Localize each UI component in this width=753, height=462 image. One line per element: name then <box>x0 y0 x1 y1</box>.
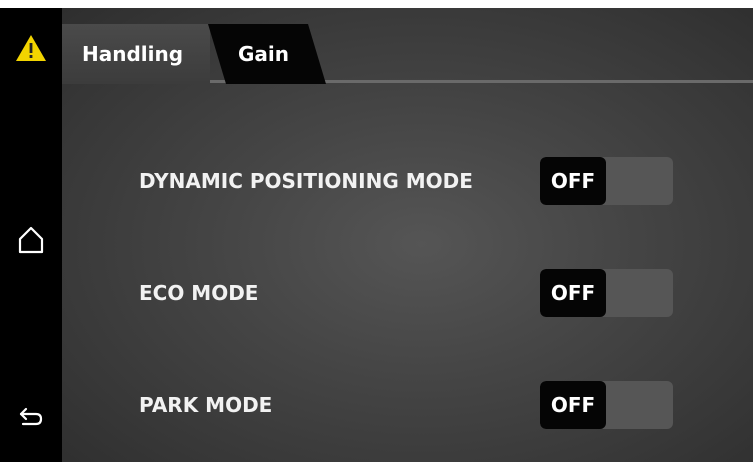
tab-gain-label: Gain <box>238 42 290 66</box>
eco-mode-toggle[interactable]: OFF <box>540 269 673 317</box>
row-park-mode: PARK MODE OFF <box>62 380 753 430</box>
tab-handling-label: Handling <box>82 42 184 66</box>
side-rail <box>0 8 62 462</box>
settings-screen: Handling Gain DYNAMIC POSITIONING MODE O… <box>62 8 753 462</box>
warning-icon[interactable] <box>0 30 62 66</box>
back-arrow-icon[interactable] <box>0 396 62 436</box>
dynamic-positioning-toggle[interactable]: OFF <box>540 157 673 205</box>
row-dynamic-positioning: DYNAMIC POSITIONING MODE OFF <box>62 156 753 206</box>
park-mode-toggle-state: OFF <box>540 381 606 429</box>
tab-handling[interactable]: Handling <box>62 24 210 84</box>
park-mode-label: PARK MODE <box>139 393 273 417</box>
eco-mode-label: ECO MODE <box>139 281 259 305</box>
row-eco-mode: ECO MODE OFF <box>62 268 753 318</box>
tab-bar: Handling Gain <box>62 8 753 88</box>
eco-mode-toggle-state: OFF <box>540 269 606 317</box>
dynamic-positioning-label: DYNAMIC POSITIONING MODE <box>139 169 473 193</box>
dynamic-positioning-toggle-state: OFF <box>540 157 606 205</box>
tab-gain[interactable]: Gain <box>238 24 289 84</box>
park-mode-toggle[interactable]: OFF <box>540 381 673 429</box>
home-icon[interactable] <box>0 220 62 260</box>
device-screen: Handling Gain DYNAMIC POSITIONING MODE O… <box>0 8 753 462</box>
